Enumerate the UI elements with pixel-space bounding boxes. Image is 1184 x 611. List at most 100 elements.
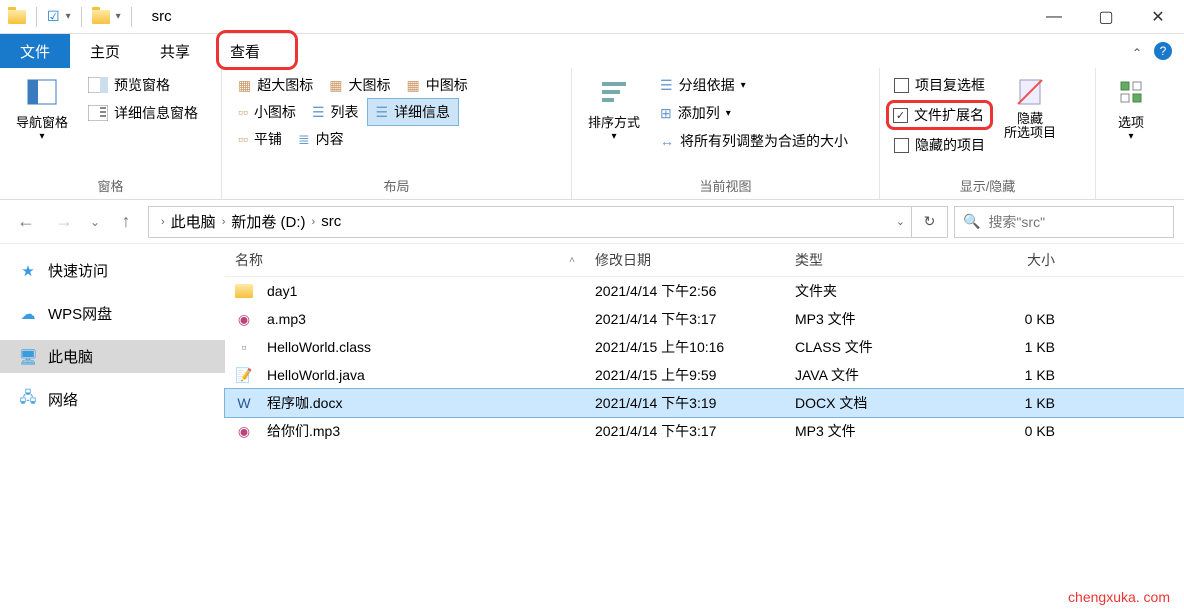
file-type: MP3 文件 <box>785 421 945 441</box>
sidebar-this-pc[interactable]: 🖥 此电脑 <box>0 340 225 373</box>
file-row[interactable]: ◉a.mp32021/4/14 下午3:17MP3 文件0 KB <box>225 305 1184 333</box>
close-button[interactable]: ✕ <box>1132 0 1184 34</box>
breadcrumb-this-pc[interactable]: 此电脑 <box>171 211 216 232</box>
search-icon: 🔍 <box>963 213 980 230</box>
back-button[interactable]: ← <box>10 206 42 238</box>
layout-large[interactable]: ▦大图标 <box>321 72 398 98</box>
qat-dropdown-icon[interactable]: ▾ <box>116 11 121 22</box>
chevron-down-icon: ▾ <box>611 131 616 142</box>
nav-pane-button[interactable]: 导航窗格 ▾ <box>8 72 76 146</box>
forward-button[interactable]: → <box>48 206 80 238</box>
address-bar[interactable]: › 此电脑 › 新加卷 (D:) › src ⌄ <box>148 206 912 238</box>
file-size: 0 KB <box>945 423 1065 439</box>
file-row[interactable]: 📝HelloWorld.java2021/4/15 上午9:59JAVA 文件1… <box>225 361 1184 389</box>
ribbon-group-current-view: 排序方式 ▾ ☰分组依据▾ ⊞添加列▾ ↔将所有列调整为合适的大小 当前视图 <box>572 68 880 199</box>
preview-pane-icon <box>88 77 108 93</box>
options-icon <box>1115 76 1147 108</box>
tab-share[interactable]: 共享 <box>140 34 210 68</box>
search-input[interactable] <box>988 214 1169 230</box>
recent-dropdown[interactable]: ⌄ <box>86 206 104 238</box>
size-columns-button[interactable]: ↔将所有列调整为合适的大小 <box>652 128 856 154</box>
qat-dropdown-icon[interactable]: ▾ <box>66 11 71 22</box>
tab-home[interactable]: 主页 <box>70 34 140 68</box>
ribbon-group-panes: 导航窗格 ▾ 预览窗格 详细信息窗格 窗格 <box>0 68 222 199</box>
hide-selected-button[interactable]: 隐藏 所选项目 <box>995 72 1065 145</box>
layout-tiles[interactable]: ▫▫平铺 <box>230 126 290 152</box>
file-name: HelloWorld.class <box>267 339 371 355</box>
divider <box>36 7 37 27</box>
group-by-button[interactable]: ☰分组依据▾ <box>652 72 856 98</box>
quick-access-toolbar: ☑ ▾ ▾ <box>0 7 144 27</box>
sort-asc-icon: ˄ <box>569 255 575 266</box>
file-row[interactable]: day1 2021/4/14 下午2:56文件夹 <box>225 277 1184 305</box>
group-label-layout: 布局 <box>230 174 563 197</box>
navbar: ← → ⌄ ↑ › 此电脑 › 新加卷 (D:) › src ⌄ ↻ 🔍 <box>0 200 1184 244</box>
refresh-button[interactable]: ↻ <box>912 206 948 238</box>
ribbon: 导航窗格 ▾ 预览窗格 详细信息窗格 窗格 ▦超大图标 ▦大图标 ▦中图标 <box>0 68 1184 200</box>
file-type: 文件夹 <box>785 281 945 301</box>
breadcrumb-volume[interactable]: 新加卷 (D:) <box>231 211 305 232</box>
sidebar-quick-access[interactable]: ★ 快速访问 <box>0 254 225 287</box>
file-row[interactable]: ◉给你们.mp32021/4/14 下午3:17MP3 文件0 KB <box>225 417 1184 445</box>
chevron-right-icon[interactable]: › <box>312 216 316 228</box>
options-button[interactable]: 选项 ▾ <box>1103 72 1159 146</box>
layout-small[interactable]: ▫▫小图标 <box>230 98 304 126</box>
sidebar-network[interactable]: 🖧 网络 <box>0 383 225 416</box>
file-modified: 2021/4/14 下午3:17 <box>585 421 785 441</box>
minimize-button[interactable]: ― <box>1028 0 1080 34</box>
file-name: 程序咖.docx <box>267 393 342 413</box>
nav-pane-label: 导航窗格 <box>16 112 68 131</box>
folder-icon <box>8 10 26 24</box>
breadcrumb-folder[interactable]: src <box>321 213 341 230</box>
file-row[interactable]: W程序咖.docx2021/4/14 下午3:19DOCX 文档1 KB <box>225 389 1184 417</box>
up-button[interactable]: ↑ <box>110 206 142 238</box>
checkbox-qat-icon[interactable]: ☑ <box>47 8 60 25</box>
checkbox-icon <box>894 78 909 93</box>
file-row[interactable]: ▫HelloWorld.class2021/4/15 上午10:16CLASS … <box>225 333 1184 361</box>
help-icon[interactable]: ? <box>1154 42 1172 60</box>
layout-content[interactable]: ≣内容 <box>290 126 352 152</box>
file-name: day1 <box>267 283 297 299</box>
sort-button[interactable]: 排序方式 ▾ <box>580 72 648 146</box>
layout-extra-large[interactable]: ▦超大图标 <box>230 72 321 98</box>
col-modified[interactable]: 修改日期 <box>585 244 785 276</box>
details-pane-button[interactable]: 详细信息窗格 <box>80 100 206 126</box>
content: ★ 快速访问 ☁ WPS网盘 🖥 此电脑 🖧 网络 名称˄ 修改日期 类型 大小… <box>0 244 1184 583</box>
collapse-ribbon-icon[interactable]: ⌃ <box>1132 46 1142 60</box>
cloud-icon: ☁ <box>18 304 38 324</box>
col-size[interactable]: 大小 <box>945 244 1065 276</box>
file-list: day1 2021/4/14 下午2:56文件夹 ◉a.mp32021/4/14 下… <box>225 277 1184 445</box>
ribbon-tabs: 文件 主页 共享 查看 ⌃ ? <box>0 34 1184 68</box>
chevron-right-icon[interactable]: › <box>222 216 226 228</box>
layout-list[interactable]: ☰列表 <box>304 98 367 126</box>
maximize-button[interactable]: ▢ <box>1080 0 1132 34</box>
preview-pane-button[interactable]: 预览窗格 <box>80 72 206 98</box>
file-columns-header: 名称˄ 修改日期 类型 大小 <box>225 244 1184 277</box>
ribbon-group-options: 选项 ▾ <box>1096 68 1166 199</box>
sidebar: ★ 快速访问 ☁ WPS网盘 🖥 此电脑 🖧 网络 <box>0 244 225 583</box>
col-name[interactable]: 名称˄ <box>225 244 585 276</box>
col-type[interactable]: 类型 <box>785 244 945 276</box>
watermark: chengxuka. com <box>1068 589 1170 605</box>
folder-icon <box>92 10 110 24</box>
layout-medium[interactable]: ▦中图标 <box>398 72 475 98</box>
add-columns-button[interactable]: ⊞添加列▾ <box>652 100 856 126</box>
details-label: 详细信息窗格 <box>114 103 198 123</box>
checkbox-checked-icon: ✓ <box>893 108 908 123</box>
file-modified: 2021/4/14 下午2:56 <box>585 281 785 301</box>
file-ext-toggle[interactable]: ✓ 文件扩展名 <box>886 100 993 130</box>
file-modified: 2021/4/15 上午10:16 <box>585 337 785 357</box>
chevron-right-icon[interactable]: › <box>161 216 165 228</box>
address-dropdown-icon[interactable]: ⌄ <box>896 215 905 228</box>
item-checkbox-toggle[interactable]: 项目复选框 <box>888 72 991 98</box>
file-area: 名称˄ 修改日期 类型 大小 day1 2021/4/14 下午2:56文件夹 ◉a… <box>225 244 1184 583</box>
search-box[interactable]: 🔍 <box>954 206 1174 238</box>
sidebar-wps[interactable]: ☁ WPS网盘 <box>0 297 225 330</box>
layout-details[interactable]: ☰详细信息 <box>367 98 460 126</box>
preview-label: 预览窗格 <box>114 75 170 95</box>
hidden-items-toggle[interactable]: 隐藏的项目 <box>888 132 991 158</box>
tab-file[interactable]: 文件 <box>0 34 70 68</box>
tab-view[interactable]: 查看 <box>210 34 280 68</box>
file-modified: 2021/4/15 上午9:59 <box>585 365 785 385</box>
group-label-current-view: 当前视图 <box>580 174 871 197</box>
